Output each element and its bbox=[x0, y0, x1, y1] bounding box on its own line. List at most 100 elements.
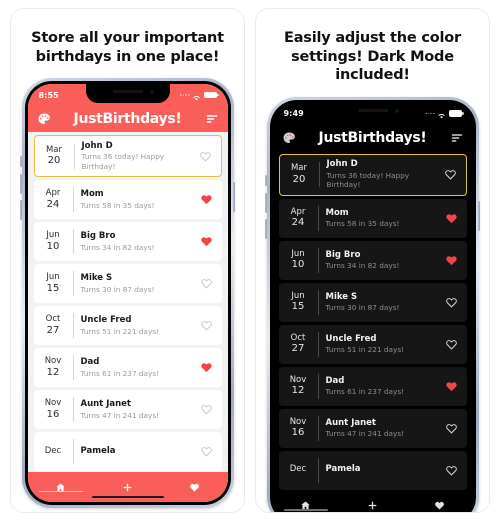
row-divider bbox=[72, 187, 74, 213]
birthday-row[interactable]: Dec Pamela bbox=[278, 450, 467, 490]
favorite-heart-outline-icon[interactable] bbox=[199, 277, 215, 290]
birthday-row[interactable]: Mar 20 John D Turns 36 today! Happy Birthda… bbox=[278, 153, 467, 196]
power-button[interactable] bbox=[233, 182, 235, 213]
tab-plus[interactable] bbox=[339, 491, 406, 512]
row-body: Big Bro Turns 34 in 82 days! bbox=[326, 250, 444, 271]
power-button[interactable] bbox=[478, 200, 480, 231]
palette-icon[interactable] bbox=[282, 131, 296, 145]
row-day: 10 bbox=[291, 259, 305, 271]
tab-home[interactable] bbox=[28, 472, 95, 498]
favorite-heart-filled-icon[interactable] bbox=[199, 193, 215, 206]
row-person-name: Mom bbox=[80, 189, 104, 200]
favorite-heart-filled-icon[interactable] bbox=[444, 254, 460, 267]
tab-plus[interactable] bbox=[94, 472, 161, 498]
row-date: Jun 10 bbox=[34, 231, 70, 252]
row-month: Dec bbox=[44, 445, 62, 456]
birthday-row[interactable]: Apr 24 Mom Turns 58 in 35 days! bbox=[278, 198, 467, 238]
row-divider bbox=[72, 397, 74, 423]
volume-button[interactable] bbox=[20, 200, 22, 221]
volume-button[interactable] bbox=[20, 174, 22, 195]
favorite-heart-outline-icon[interactable] bbox=[444, 422, 460, 435]
row-detail-text: Turns 51 in 221 days! bbox=[80, 326, 160, 336]
favorite-heart-outline-icon[interactable] bbox=[199, 445, 215, 458]
wifi-icon bbox=[192, 86, 201, 105]
front-camera bbox=[394, 108, 399, 113]
favorite-heart-filled-icon[interactable] bbox=[444, 212, 460, 225]
favorite-heart-outline-icon[interactable] bbox=[199, 319, 215, 332]
row-divider bbox=[317, 415, 319, 441]
promo-caption: Store all your important birthdays in on… bbox=[31, 30, 224, 65]
favorite-heart-outline-icon[interactable] bbox=[444, 464, 460, 477]
birthday-row[interactable]: Jun 10 Big Bro Turns 34 in 82 days! bbox=[278, 240, 467, 280]
row-day: 20 bbox=[292, 173, 306, 185]
phone-wrapper: 8:55 JustBirthdays! Mar 20 John D Turns 36 … bbox=[20, 78, 235, 512]
signal-dots-icon bbox=[180, 94, 190, 96]
app-title: JustBirthdays! bbox=[318, 129, 427, 146]
palette-icon[interactable] bbox=[37, 112, 51, 126]
favorite-heart-filled-icon[interactable] bbox=[444, 380, 460, 393]
birthday-row[interactable]: Mar 20 John D Turns 36 today! Happy Birthda… bbox=[33, 135, 222, 178]
birthday-row[interactable]: Nov 12 Dad Turns 61 in 237 days! bbox=[278, 366, 467, 406]
tab-home[interactable] bbox=[273, 491, 340, 512]
row-divider bbox=[73, 143, 75, 169]
row-day: 16 bbox=[46, 408, 60, 420]
favorite-heart-outline-icon[interactable] bbox=[443, 168, 459, 181]
sort-icon[interactable] bbox=[450, 131, 464, 145]
phone-screen: 9:49 JustBirthdays! Mar 20 John D Turns 36 … bbox=[272, 102, 473, 512]
row-month: Nov bbox=[44, 356, 62, 367]
row-body: Aunt Janet Turns 47 in 241 days! bbox=[326, 418, 444, 439]
row-date: Jun 15 bbox=[279, 291, 315, 313]
earpiece-speaker bbox=[357, 108, 388, 112]
row-date: Nov 16 bbox=[279, 416, 315, 439]
row-date: Dec bbox=[34, 445, 70, 457]
birthday-row[interactable]: Apr 24 Mom Turns 58 in 35 days! bbox=[33, 180, 222, 220]
row-date: Nov 16 bbox=[34, 399, 70, 420]
birthday-row[interactable]: Nov 12 Dad Turns 61 in 237 days! bbox=[33, 348, 222, 388]
row-month: Oct bbox=[45, 314, 61, 325]
row-month: Nov bbox=[289, 416, 307, 427]
home-indicator[interactable] bbox=[91, 495, 164, 499]
phone-frame: 9:49 JustBirthdays! Mar 20 John D Turns 36 … bbox=[265, 96, 480, 512]
volume-button[interactable] bbox=[265, 218, 267, 239]
wifi-icon bbox=[437, 104, 446, 123]
row-person-name: Pamela bbox=[325, 464, 361, 475]
sort-icon[interactable] bbox=[205, 112, 219, 126]
birthday-row[interactable]: Nov 16 Aunt Janet Turns 47 in 241 days! bbox=[33, 390, 222, 430]
row-detail-text: Turns 36 today! Happy Birthday! bbox=[81, 152, 165, 171]
row-month: Nov bbox=[44, 398, 62, 409]
birthday-row[interactable]: Jun 15 Mike S Turns 30 in 87 days! bbox=[278, 282, 467, 322]
favorite-heart-outline-icon[interactable] bbox=[444, 338, 460, 351]
row-divider bbox=[72, 271, 74, 297]
row-month: Mar bbox=[45, 144, 63, 155]
row-date: Jun 10 bbox=[279, 249, 315, 271]
row-day: 24 bbox=[291, 217, 305, 229]
favorite-heart-filled-icon[interactable] bbox=[199, 361, 215, 374]
tab-bar bbox=[272, 490, 473, 512]
status-bar-time: 9:49 bbox=[283, 109, 304, 119]
volume-button[interactable] bbox=[20, 156, 22, 168]
birthday-row[interactable]: Jun 15 Mike S Turns 30 in 87 days! bbox=[33, 264, 222, 304]
row-day: 12 bbox=[291, 385, 305, 397]
favorite-heart-outline-icon[interactable] bbox=[444, 296, 460, 309]
tab-heart[interactable] bbox=[161, 472, 228, 498]
birthday-row[interactable]: Oct 27 Uncle Fred Turns 51 in 221 days! bbox=[33, 306, 222, 346]
volume-button[interactable] bbox=[265, 192, 267, 213]
app-store-screenshot-pair: Store all your important birthdays in on… bbox=[0, 0, 500, 521]
birthday-row[interactable]: Dec Pamela bbox=[33, 432, 222, 472]
row-person-name: Dad bbox=[80, 357, 100, 368]
tab-heart[interactable] bbox=[406, 491, 473, 512]
volume-button[interactable] bbox=[265, 174, 267, 186]
birthday-row[interactable]: Nov 16 Aunt Janet Turns 47 in 241 days! bbox=[278, 408, 467, 448]
row-day: 20 bbox=[47, 155, 61, 167]
row-body: Mom Turns 58 in 35 days! bbox=[81, 189, 199, 210]
signal-dots-icon bbox=[425, 112, 435, 115]
favorite-heart-outline-icon[interactable] bbox=[198, 150, 214, 163]
birthday-row[interactable]: Oct 27 Uncle Fred Turns 51 in 221 days! bbox=[278, 324, 467, 364]
row-date: Nov 12 bbox=[279, 375, 315, 397]
promo-card-light: Store all your important birthdays in on… bbox=[10, 8, 245, 513]
row-divider bbox=[72, 313, 74, 339]
favorite-heart-outline-icon[interactable] bbox=[199, 403, 215, 416]
birthday-row[interactable]: Jun 10 Big Bro Turns 34 in 82 days! bbox=[33, 222, 222, 262]
favorite-heart-filled-icon[interactable] bbox=[199, 235, 215, 248]
birthday-list: Mar 20 John D Turns 36 today! Happy Birthda… bbox=[272, 150, 473, 491]
